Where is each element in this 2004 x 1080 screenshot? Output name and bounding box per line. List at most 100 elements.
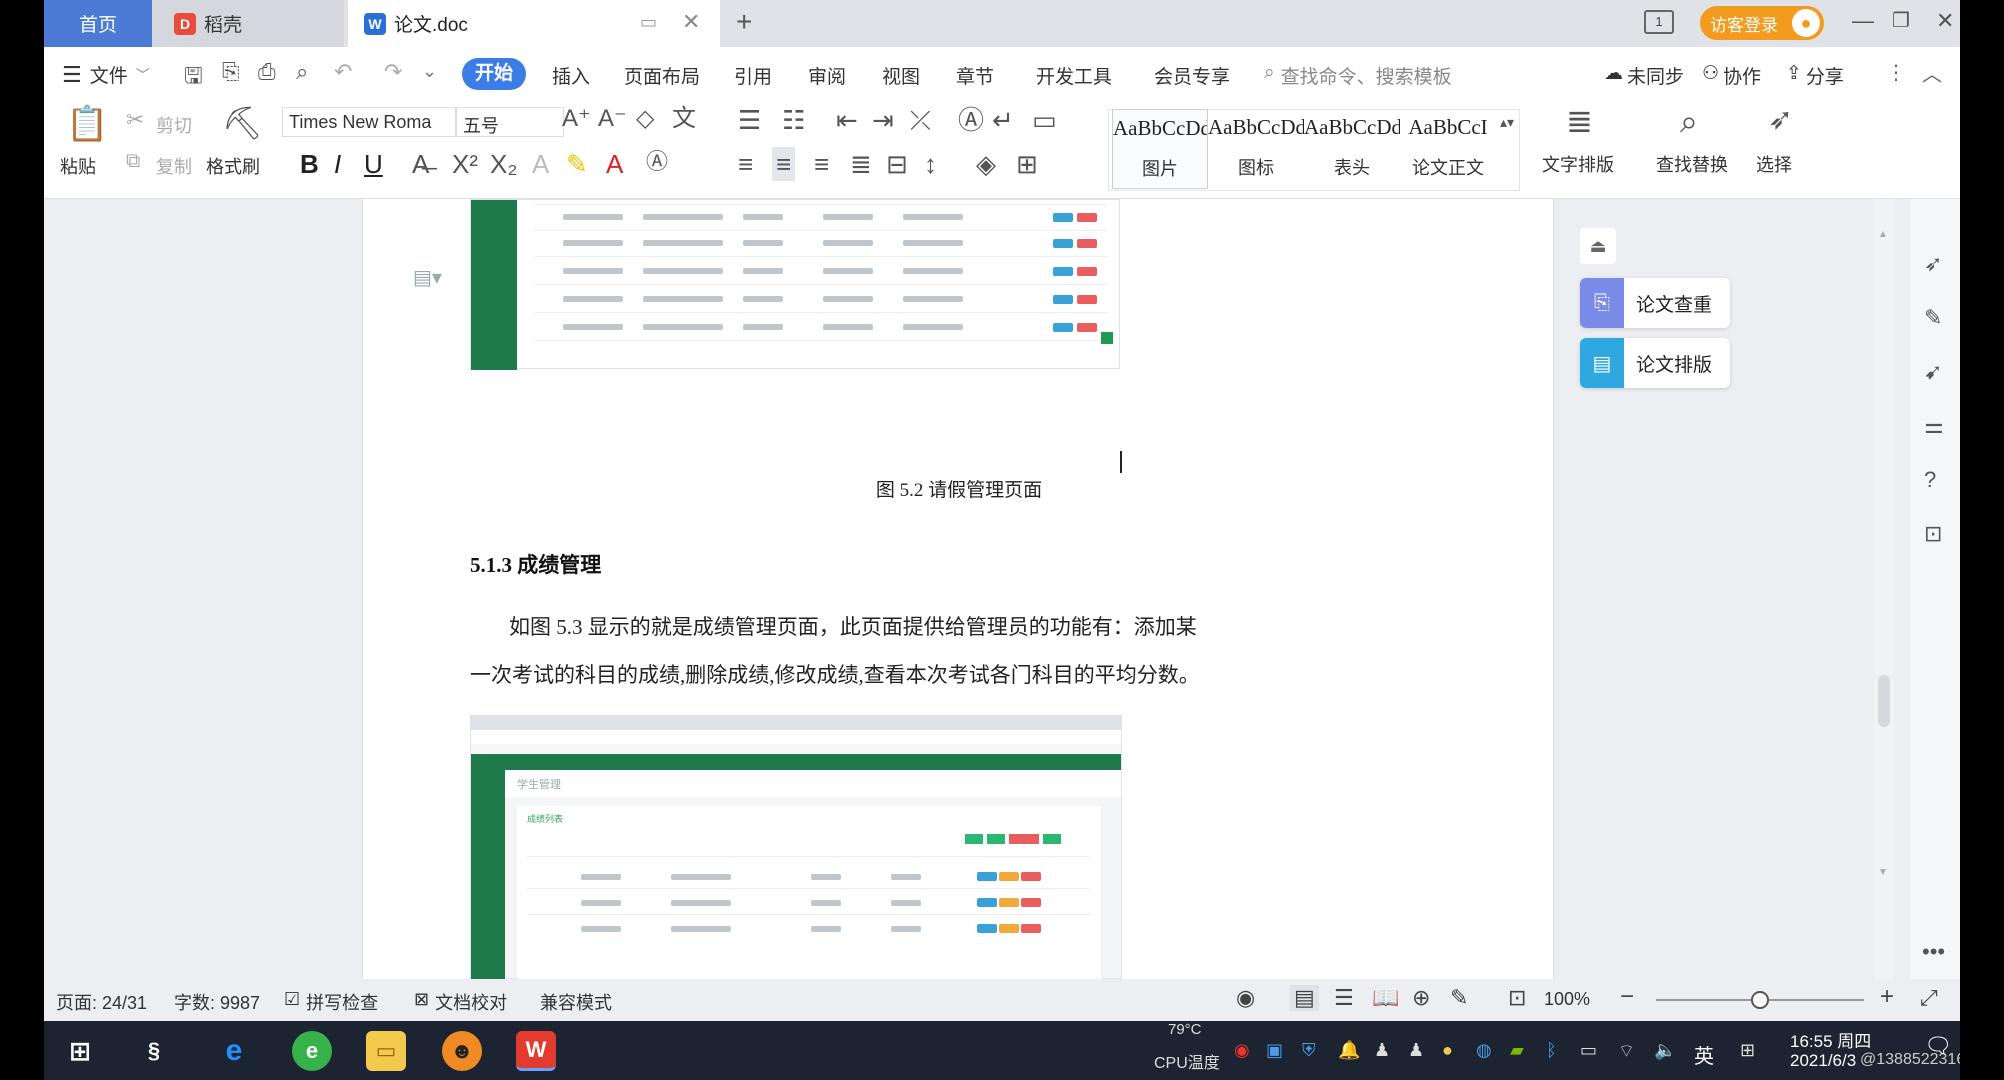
collab-button[interactable]: ⚇ 协作 bbox=[1702, 62, 1761, 89]
line-spacing-icon[interactable]: ↕ bbox=[924, 151, 937, 177]
vertical-scrollbar[interactable]: ▲ ▼ bbox=[1874, 199, 1894, 979]
font-name-select[interactable]: Times New Roma bbox=[282, 107, 456, 137]
distributed-icon[interactable]: ⊟ bbox=[886, 151, 908, 177]
more-horizontal-icon[interactable]: ••• bbox=[1922, 939, 1945, 965]
tray-app-icon[interactable]: ◉ bbox=[1234, 1040, 1250, 1061]
numbered-list-icon[interactable]: ☷ bbox=[782, 107, 805, 133]
wifi-icon[interactable]: ⌔ bbox=[1618, 1040, 1635, 1063]
style-picture[interactable]: AaBbCcDd 图片 bbox=[1112, 109, 1208, 189]
ime-language[interactable]: 英 bbox=[1694, 1040, 1714, 1069]
redo-icon[interactable]: ↷ bbox=[384, 59, 402, 85]
bullet-list-icon[interactable]: ☰ bbox=[738, 107, 761, 133]
write-mode-icon[interactable]: ✎ bbox=[1450, 985, 1468, 1011]
zoom-slider[interactable] bbox=[1656, 991, 1864, 1009]
increase-indent-icon[interactable]: ⇥ bbox=[872, 107, 894, 133]
tab-daoke[interactable]: D 稻壳 bbox=[152, 0, 344, 47]
page-count[interactable]: 页面: 24/31 bbox=[56, 989, 147, 1015]
strikethrough-icon[interactable]: A̶ bbox=[412, 151, 429, 177]
fit-page-icon[interactable]: ⊡ bbox=[1508, 985, 1526, 1011]
print-icon[interactable]: ⎙ bbox=[258, 59, 276, 85]
export-pdf-icon[interactable]: ⎘ bbox=[222, 59, 240, 85]
browser-360-icon[interactable]: e bbox=[292, 1031, 332, 1071]
tab-start[interactable]: 开始 bbox=[462, 58, 526, 90]
justify-icon[interactable]: ≣ bbox=[850, 151, 872, 177]
page-indicator-icon[interactable]: 1 bbox=[1644, 10, 1674, 34]
visitor-login-button[interactable]: 访客登录 ● bbox=[1700, 6, 1824, 40]
grow-font-icon[interactable]: A⁺ bbox=[562, 107, 591, 131]
font-size-select[interactable]: 五号 bbox=[456, 107, 564, 137]
align-left-icon[interactable]: ≡ bbox=[738, 151, 753, 177]
borders-icon[interactable]: ⊞ bbox=[1016, 151, 1038, 177]
tab-developer[interactable]: 开发工具 bbox=[1036, 62, 1112, 89]
save-icon[interactable]: 🖫 bbox=[184, 59, 203, 97]
more-vertical-icon[interactable]: ⋮ bbox=[1886, 60, 1906, 85]
phonetic-icon[interactable]: 文 bbox=[672, 107, 696, 131]
app-swirl-icon[interactable]: § bbox=[134, 1031, 174, 1071]
paper-check-button[interactable]: ⎘ 论文查重 bbox=[1580, 278, 1730, 328]
superscript-icon[interactable]: X² bbox=[452, 151, 478, 177]
read-view-icon[interactable]: 📖 bbox=[1372, 985, 1399, 1011]
image-tools-icon[interactable]: ⊡ bbox=[1924, 521, 1942, 547]
wps-office-icon[interactable]: W bbox=[516, 1031, 556, 1071]
file-explorer-icon[interactable]: ▭ bbox=[366, 1031, 406, 1071]
chinese-layout-icon[interactable]: ⤫ bbox=[910, 107, 931, 133]
zoom-slider-knob[interactable] bbox=[1751, 991, 1769, 1009]
windows-start-icon[interactable]: ⊞ bbox=[60, 1031, 100, 1071]
clear-format-icon[interactable]: ◇ bbox=[636, 107, 654, 131]
style-header[interactable]: AaBbCcDd 表头 bbox=[1304, 109, 1400, 189]
highlight-icon[interactable]: ✎ bbox=[566, 151, 588, 177]
find-replace-button[interactable]: 查找替换 bbox=[1656, 151, 1728, 177]
tab-review[interactable]: 审阅 bbox=[808, 62, 846, 89]
scrollbar-thumb[interactable] bbox=[1878, 675, 1890, 727]
format-painter-button[interactable]: 格式刷 bbox=[206, 153, 260, 179]
eye-protect-icon[interactable]: ◉ bbox=[1236, 985, 1255, 1011]
rocket-icon[interactable]: ➶ bbox=[1924, 251, 1942, 277]
app-mascot-icon[interactable]: ☻ bbox=[442, 1031, 482, 1071]
web-view-icon[interactable]: ⊕ bbox=[1412, 985, 1430, 1011]
quick-access-dropdown-icon[interactable]: ⌄ bbox=[422, 61, 437, 82]
bluetooth-icon[interactable]: ᛒ bbox=[1546, 1040, 1557, 1061]
sort-icon[interactable]: Ⓐ bbox=[958, 107, 984, 133]
select-button[interactable]: 选择 bbox=[1756, 151, 1792, 177]
command-search[interactable]: ⌕ 查找命令、搜索模板 bbox=[1264, 62, 1452, 89]
paper-layout-button[interactable]: ▤ 论文排版 bbox=[1580, 338, 1730, 388]
tab-insert[interactable]: 插入 bbox=[552, 62, 590, 89]
tray-app-icon[interactable]: ▣ bbox=[1266, 1040, 1283, 1061]
file-menu[interactable]: ☰ 文件 ﹀ bbox=[62, 61, 150, 88]
outline-view-icon[interactable]: ☰ bbox=[1334, 985, 1354, 1011]
tray-app-icon[interactable]: ◍ bbox=[1476, 1040, 1492, 1061]
zoom-level[interactable]: 100% bbox=[1544, 989, 1590, 1010]
subscript-icon[interactable]: X₂ bbox=[490, 151, 517, 177]
share-button[interactable]: ⇪ 分享 bbox=[1786, 62, 1844, 89]
bold-icon[interactable]: B bbox=[300, 151, 319, 177]
qq-icon[interactable]: ♟ bbox=[1374, 1040, 1390, 1061]
shield-icon[interactable]: ⛨ bbox=[1302, 1040, 1316, 1061]
scroll-down-icon[interactable]: ▼ bbox=[1878, 867, 1890, 881]
tab-document[interactable]: W 论文.doc ▭ ✕ bbox=[348, 0, 720, 47]
qq-icon[interactable]: ♟ bbox=[1408, 1040, 1424, 1061]
fullscreen-icon[interactable]: ⤢ bbox=[1920, 985, 1938, 1011]
volume-icon[interactable]: 🔈 bbox=[1654, 1040, 1676, 1061]
text-layout-button[interactable]: 文字排版 bbox=[1542, 151, 1614, 177]
tab-page-layout[interactable]: 页面布局 bbox=[624, 62, 700, 89]
ime-grid-icon[interactable]: ⊞ bbox=[1740, 1040, 1755, 1061]
new-tab-button[interactable]: + bbox=[736, 6, 752, 38]
tab-stops-icon[interactable]: ▭ bbox=[1032, 107, 1057, 133]
underline-icon[interactable]: U bbox=[364, 151, 383, 177]
paste-icon[interactable]: 📋 bbox=[66, 107, 108, 141]
tray-app-icon[interactable]: ● bbox=[1442, 1040, 1453, 1061]
align-right-icon[interactable]: ≡ bbox=[814, 151, 829, 177]
tab-view[interactable]: 视图 bbox=[882, 62, 920, 89]
copy-button[interactable]: 复制 bbox=[156, 153, 192, 179]
sliders-icon[interactable]: ⚌ bbox=[1924, 413, 1944, 439]
document-page[interactable]: ▤▾ 图 5.2 请假管理页面 5.1.3 成绩管理 如图 5.3 显示的就是成… bbox=[362, 199, 1554, 980]
restore-icon[interactable]: ❐ bbox=[1892, 8, 1910, 33]
show-marks-icon[interactable]: ↵ bbox=[992, 107, 1014, 133]
clock-date[interactable]: 2021/6/3 bbox=[1790, 1051, 1856, 1071]
close-tab-icon[interactable]: ✕ bbox=[682, 9, 700, 35]
doc-proof-button[interactable]: ⊠ 文档校对 bbox=[414, 989, 507, 1015]
monitor-icon[interactable]: ▭ bbox=[640, 12, 657, 33]
minimize-icon[interactable]: — bbox=[1852, 8, 1874, 34]
nvidia-icon[interactable]: ▰ bbox=[1510, 1040, 1524, 1061]
font-color-icon[interactable]: A bbox=[606, 151, 623, 177]
